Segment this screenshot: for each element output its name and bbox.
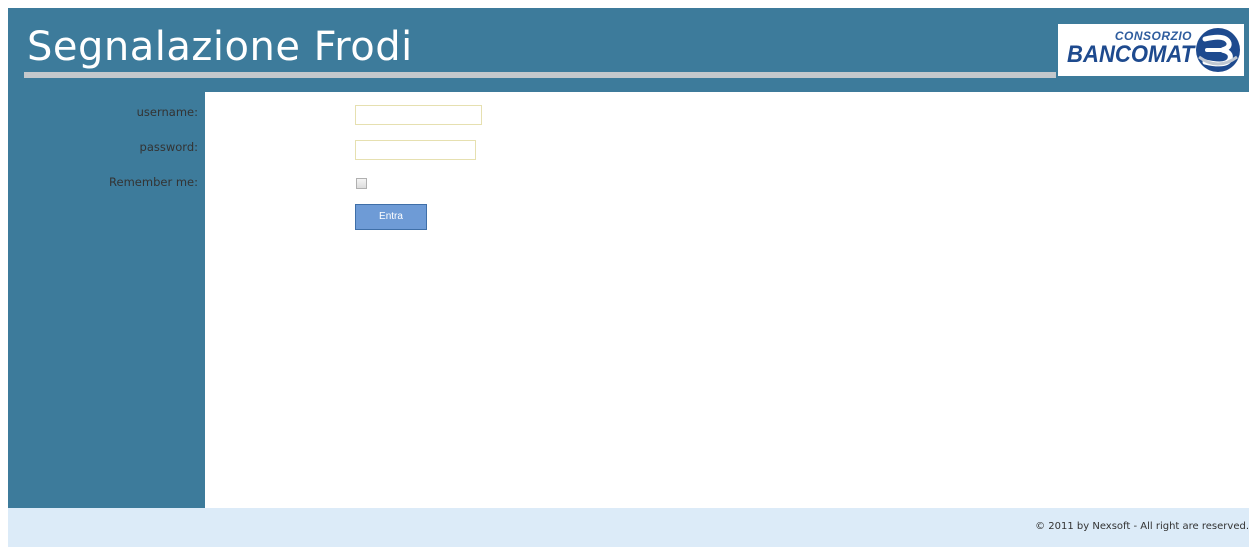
bancomat-logo: CONSORZIO BANCOMAT [1058,24,1244,76]
username-label: username: [136,105,198,119]
username-input[interactable] [355,105,482,125]
password-input[interactable] [355,140,476,160]
login-button[interactable]: Entra [355,204,427,230]
title-underline [24,72,1056,78]
logo-text-bancomat: BANCOMAT [1066,41,1194,68]
footer: © 2011 by Nexsoft - All right are reserv… [8,508,1249,547]
sidebar [8,92,205,508]
page-frame: Segnalazione Frodi CONSORZIO BANCOMAT © … [8,8,1249,547]
copyright-text: © 2011 by Nexsoft - All right are reserv… [1035,521,1249,532]
bancomat-b-logo-icon [1196,28,1240,72]
remember-me-checkbox[interactable] [356,178,367,189]
page-title: Segnalazione Frodi [27,24,413,70]
password-label: password: [139,140,198,154]
remember-me-label: Remember me: [109,175,198,189]
header: Segnalazione Frodi CONSORZIO BANCOMAT [8,8,1249,92]
